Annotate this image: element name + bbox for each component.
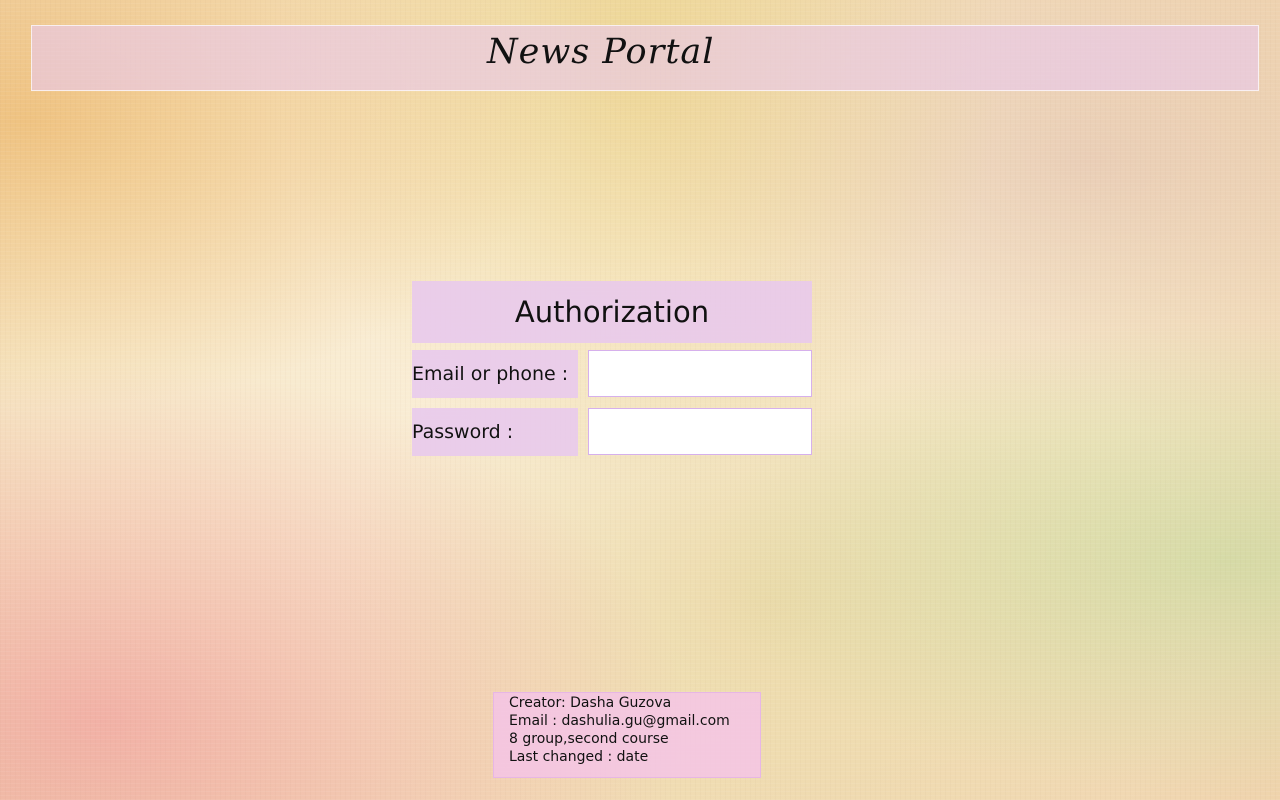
site-header: News Portal (31, 25, 1259, 91)
email-label-panel: Email or phone : (412, 350, 578, 398)
password-label: Password : (412, 421, 514, 443)
auth-title: Authorization (514, 295, 710, 329)
site-title: News Portal (487, 32, 715, 72)
auth-title-panel: Authorization (412, 281, 812, 343)
footer-group: 8 group,second course (509, 731, 669, 747)
email-label: Email or phone : (412, 363, 569, 385)
password-input[interactable] (588, 408, 812, 455)
password-label-panel: Password : (412, 408, 578, 456)
footer-email: Email : dashulia.gu@gmail.com (509, 713, 730, 729)
background-texture (0, 0, 1280, 800)
footer-last-changed: Last changed : date (509, 749, 649, 765)
email-input[interactable] (588, 350, 812, 397)
footer-creator: Creator: Dasha Guzova (509, 695, 672, 711)
footer-info: Creator: Dasha Guzova Email : dashulia.g… (493, 692, 761, 778)
